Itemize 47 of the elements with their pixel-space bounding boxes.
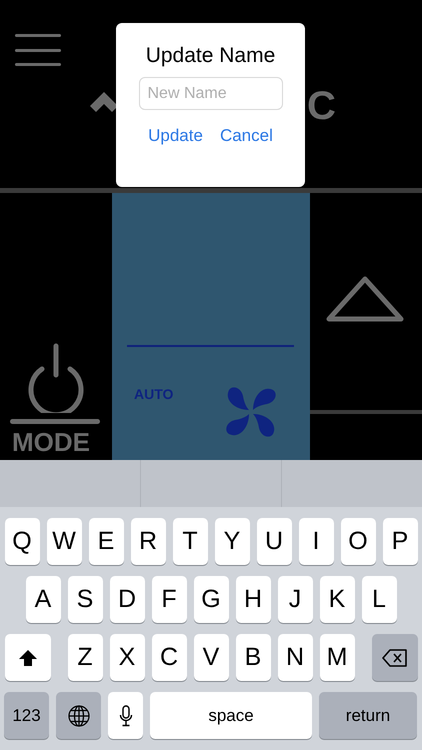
globe-key[interactable] (56, 692, 101, 739)
dialog-button[interactable]: Update (148, 123, 203, 148)
shift-key[interactable] (4, 634, 50, 681)
key[interactable]: Y (214, 518, 250, 565)
key[interactable]: G (194, 576, 228, 623)
logo-letter: C (307, 86, 336, 126)
up-arrow-button[interactable] (325, 275, 405, 323)
key[interactable]: T (172, 518, 208, 565)
key[interactable]: R (130, 518, 166, 565)
key[interactable]: V (194, 634, 228, 681)
dialog-title: Update Name (146, 45, 276, 66)
key[interactable]: D (110, 576, 144, 623)
key[interactable]: P (382, 518, 418, 565)
key[interactable]: H (236, 576, 270, 623)
key[interactable]: L (362, 576, 396, 623)
mode-label: MODE (12, 429, 90, 455)
shift-arrow-icon (18, 648, 38, 666)
key[interactable]: W (46, 518, 82, 565)
key[interactable]: E (88, 518, 124, 565)
space-key[interactable]: space (150, 692, 312, 739)
key[interactable]: M (320, 634, 354, 681)
name-field[interactable]: New Name (138, 77, 282, 110)
key[interactable]: C (152, 634, 186, 681)
globe-icon (68, 704, 90, 726)
key[interactable]: F (152, 576, 186, 623)
key[interactable]: S (68, 576, 102, 623)
key[interactable]: A (26, 576, 60, 623)
key[interactable]: U (256, 518, 292, 565)
key[interactable]: I (298, 518, 334, 565)
dialog-button[interactable]: Cancel (220, 123, 273, 148)
key[interactable]: J (278, 576, 312, 623)
return-key[interactable]: return (319, 692, 417, 739)
key[interactable]: O (340, 518, 376, 565)
menu-icon[interactable] (15, 33, 61, 67)
delete-key[interactable] (372, 634, 418, 681)
key[interactable]: Z (68, 634, 102, 681)
dictation-key[interactable] (108, 692, 143, 739)
power-icon (27, 343, 85, 413)
microphone-icon (118, 704, 132, 726)
chevron-icon (90, 92, 118, 114)
numbers-key[interactable]: 123 (4, 692, 49, 739)
key[interactable]: K (320, 576, 354, 623)
backspace-icon (382, 648, 408, 666)
key[interactable]: X (110, 634, 144, 681)
key[interactable]: Q (4, 518, 40, 565)
key[interactable]: B (236, 634, 270, 681)
key[interactable]: N (278, 634, 312, 681)
